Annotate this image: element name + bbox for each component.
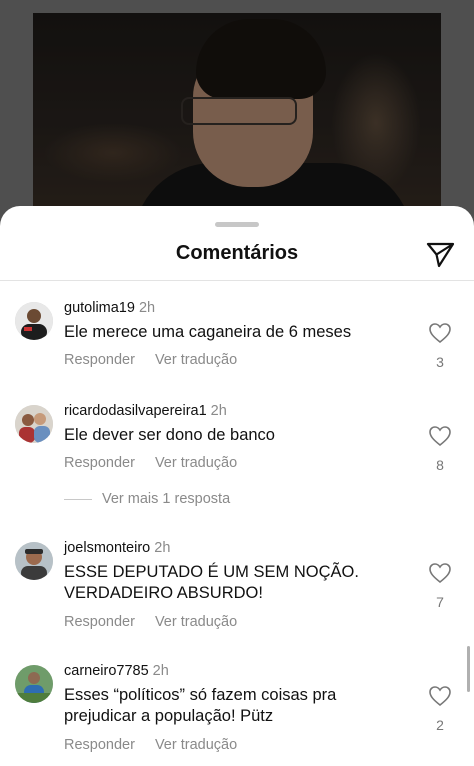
like-button[interactable] — [428, 685, 452, 707]
heart-outline-icon — [429, 563, 451, 584]
heart-outline-icon — [429, 686, 451, 707]
comment-text: Ele dever ser dono de banco — [64, 426, 275, 444]
like-count: 3 — [436, 354, 444, 370]
sheet-title: Comentários — [175, 242, 299, 264]
like-count: 8 — [436, 457, 444, 473]
reply-line — [64, 498, 92, 500]
comment-meta: joelsmonteiro 2h — [64, 540, 170, 556]
drag-handle[interactable] — [215, 222, 259, 227]
translate-button[interactable]: Ver tradução — [155, 737, 237, 753]
comment-meta: carneiro7785 2h — [64, 663, 169, 679]
reply-button[interactable]: Responder — [64, 352, 135, 368]
heart-outline-icon — [429, 323, 451, 344]
divider — [0, 280, 474, 281]
comment-actions: Responder Ver tradução — [64, 455, 257, 471]
avatar[interactable] — [15, 665, 53, 703]
like-button[interactable] — [428, 322, 452, 344]
paper-plane-icon — [426, 242, 455, 268]
avatar[interactable] — [15, 302, 53, 340]
heart-outline-icon — [429, 426, 451, 447]
comment-text: ESSE DEPUTADO É UM SEM NOÇÃO. VERDADEIRO… — [64, 563, 359, 602]
like-button[interactable] — [428, 425, 452, 447]
translate-button[interactable]: Ver tradução — [155, 352, 237, 368]
avatar[interactable] — [15, 542, 53, 580]
username[interactable]: carneiro7785 — [64, 663, 149, 679]
comment-actions: Responder Ver tradução — [64, 737, 257, 753]
view-more-replies-label: Ver mais 1 resposta — [102, 491, 231, 507]
translate-button[interactable]: Ver tradução — [155, 455, 237, 471]
timestamp: 2h — [138, 300, 156, 316]
like-count: 7 — [436, 594, 444, 610]
comment-text: Ele merece uma caganeira de 6 meses — [64, 323, 352, 341]
comment-text: Esses “políticos” só fazem coisas pra pr… — [64, 686, 337, 725]
translate-button[interactable]: Ver tradução — [155, 614, 237, 630]
scrollbar[interactable] — [467, 646, 470, 692]
timestamp: 2h — [210, 403, 227, 419]
username[interactable]: gutolima19 — [64, 300, 135, 316]
view-more-replies[interactable]: Ver mais 1 resposta — [64, 491, 230, 507]
comment-actions: Responder Ver tradução — [64, 614, 257, 630]
like-button[interactable] — [428, 562, 452, 584]
comment-actions: Responder Ver tradução — [64, 352, 257, 368]
avatar[interactable] — [15, 405, 53, 443]
like-count: 2 — [436, 717, 444, 733]
comment-meta: gutolima19 2h — [64, 300, 155, 316]
timestamp: 2h — [152, 663, 169, 679]
username[interactable]: joelsmonteiro — [64, 540, 150, 556]
dim-overlay[interactable] — [0, 0, 474, 230]
share-button[interactable] — [424, 238, 456, 270]
reply-button[interactable]: Responder — [64, 614, 135, 630]
comments-sheet: Comentários gutolima19 2h Ele merece uma … — [0, 206, 474, 766]
reply-button[interactable]: Responder — [64, 737, 135, 753]
comment-meta: ricardodasilvapereira1 2h — [64, 403, 227, 419]
reply-button[interactable]: Responder — [64, 455, 135, 471]
username[interactable]: ricardodasilvapereira1 — [64, 403, 207, 419]
timestamp: 2h — [154, 540, 171, 556]
